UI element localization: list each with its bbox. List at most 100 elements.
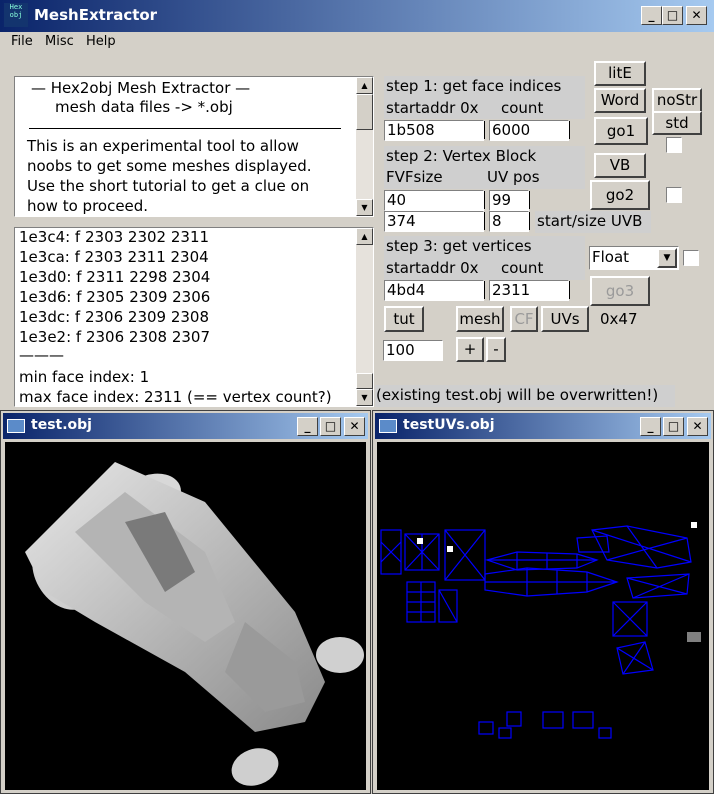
uvb-label: start/size UVB (537, 212, 643, 230)
go3-button[interactable]: go3 (590, 276, 650, 306)
uvs-button[interactable]: UVs (541, 306, 589, 332)
maximize-button[interactable]: □ (663, 417, 684, 436)
go2-button[interactable]: go2 (590, 180, 650, 210)
step1-count-input[interactable]: 6000 (489, 120, 569, 141)
uvb-start-input[interactable]: 374 (384, 211, 484, 232)
step3-addr-label: startaddr 0x (386, 259, 479, 277)
step3-title: step 3: get vertices (386, 237, 532, 255)
subwindow-title: test.obj (31, 417, 92, 433)
uv-pos-input[interactable]: 99 (489, 190, 529, 211)
info-line-3: Use the short tutorial to get a clue on (27, 177, 310, 195)
field-cap (482, 212, 485, 230)
type-select-value: Float (592, 248, 630, 266)
log-line: 1e3d0: f 2311 2298 2304 (19, 268, 211, 286)
info-heading: — Hex2obj Mesh Extractor — (31, 79, 251, 97)
step3-count-input[interactable]: 2311 (489, 280, 569, 301)
go2-checkbox[interactable] (666, 187, 682, 203)
scroll-down-icon[interactable]: ▼ (356, 389, 373, 406)
log-line: 1e3e2: f 2306 2308 2307 (19, 328, 211, 346)
close-button[interactable]: ✕ (687, 417, 708, 436)
step1-count-label: count (501, 99, 544, 117)
type-checkbox[interactable] (683, 250, 699, 266)
step2-uv-label: UV pos (487, 168, 540, 186)
menu-file[interactable]: File (11, 34, 33, 49)
tut-button[interactable]: tut (384, 306, 424, 332)
field-cap (482, 191, 485, 209)
test-uvs-window[interactable]: testUVs.obj _ □ ✕ (372, 410, 714, 794)
menu-misc[interactable]: Misc (45, 34, 74, 49)
subwindow-title: testUVs.obj (403, 417, 495, 433)
vb-button[interactable]: VB (594, 153, 646, 178)
minimize-button[interactable]: _ (641, 6, 662, 25)
field-cap (482, 281, 485, 299)
field-cap (482, 121, 485, 139)
plus-button[interactable]: + (456, 337, 484, 362)
menu-bar: File Misc Help (0, 32, 714, 52)
test-obj-window[interactable]: test.obj _ □ ✕ (0, 410, 371, 794)
menu-help[interactable]: Help (86, 34, 116, 49)
field-cap (527, 191, 530, 209)
scroll-up-icon[interactable]: ▲ (356, 77, 373, 94)
step3-addr-input[interactable]: 4bd4 (384, 280, 484, 301)
max-face-text: max face index: 2311 (== vertex count?) (19, 388, 332, 406)
close-button[interactable]: ✕ (344, 417, 365, 436)
minimize-button[interactable]: _ (297, 417, 318, 436)
field-cap (567, 281, 570, 299)
chevron-down-icon[interactable]: ▼ (657, 248, 677, 268)
log-line: 1e3c4: f 2303 2302 2311 (19, 228, 210, 246)
scroll-thumb[interactable] (356, 94, 373, 130)
lite-button[interactable]: litE (594, 61, 646, 86)
std-button[interactable]: std (652, 111, 702, 135)
info-line-4: how to proceed. (27, 197, 149, 215)
uv-layout-render (380, 522, 701, 739)
scroll-up-icon[interactable]: ▲ (356, 228, 373, 245)
go1-checkbox[interactable] (666, 137, 682, 153)
app-icon: Hex obj (4, 3, 28, 27)
close-button[interactable]: ✕ (686, 6, 707, 25)
scale-input[interactable]: 100 (383, 340, 443, 361)
log-line: 1e3dc: f 2306 2309 2308 (19, 308, 210, 326)
step1-title: step 1: get face indices (386, 77, 562, 95)
overwrite-warning: (existing test.obj will be overwritten!) (376, 386, 659, 404)
title-bar: Hex obj MeshExtractor _ □ ✕ (0, 0, 714, 32)
word-button[interactable]: Word (594, 88, 646, 113)
uvb-size-input[interactable]: 8 (489, 211, 529, 232)
info-scrollbar[interactable]: ▲ ▼ (356, 77, 373, 216)
step3-count-label: count (501, 259, 544, 277)
min-face-text: min face index: 1 (19, 368, 150, 386)
info-line-1: This is an experimental tool to allow (27, 137, 299, 155)
scroll-down-icon[interactable]: ▼ (356, 199, 373, 216)
log-line: 1e3ca: f 2303 2311 2304 (19, 248, 209, 266)
cf-button[interactable]: CF (510, 306, 538, 332)
subwindow-titlebar: test.obj _ □ ✕ (3, 413, 368, 439)
hex-value: 0x47 (600, 310, 638, 328)
minimize-button[interactable]: _ (640, 417, 661, 436)
scroll-thumb[interactable] (356, 373, 373, 389)
mesh-viewport[interactable] (5, 442, 366, 790)
info-divider (29, 128, 341, 129)
mesh-button[interactable]: mesh (456, 306, 504, 332)
info-panel: — Hex2obj Mesh Extractor — mesh data fil… (14, 76, 374, 217)
fvf-size-input[interactable]: 40 (384, 190, 484, 211)
step1-addr-input[interactable]: 1b508 (384, 120, 484, 141)
log-line: 1e3d6: f 2305 2309 2306 (19, 288, 211, 306)
nostr-button[interactable]: noStr (652, 88, 702, 113)
field-cap (567, 121, 570, 139)
maximize-button[interactable]: □ (320, 417, 341, 436)
step2-fvf-label: FVFsize (386, 168, 443, 186)
window-title: MeshExtractor (34, 6, 158, 24)
minus-button[interactable]: - (486, 337, 506, 362)
step1-addr-label: startaddr 0x (386, 99, 479, 117)
log-scrollbar[interactable]: ▲ ▼ (356, 228, 373, 406)
step2-title: step 2: Vertex Block (386, 147, 537, 165)
uv-viewport[interactable] (377, 442, 709, 790)
log-panel: 1e3c4: f 2303 2302 2311 1e3ca: f 2303 23… (14, 227, 374, 407)
field-cap (527, 212, 530, 230)
log-separator: ——— (19, 346, 64, 364)
info-line-2: noobs to get some meshes displayed. (27, 157, 312, 175)
car-mesh-render (25, 462, 364, 786)
info-subheading: mesh data files -> *.obj (55, 98, 233, 116)
window-icon (379, 419, 397, 433)
maximize-button[interactable]: □ (662, 6, 683, 25)
go1-button[interactable]: go1 (594, 117, 648, 145)
